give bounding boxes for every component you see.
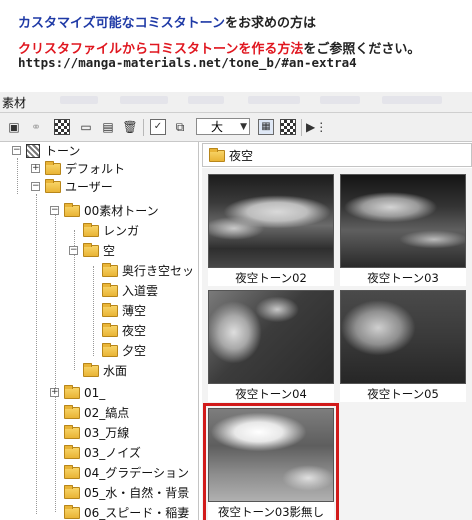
thumbnail-caption: 夜空トーン05	[367, 387, 439, 401]
tree-item-label: 夜空	[122, 322, 147, 340]
toolbar-separator	[143, 119, 144, 136]
large-thumbnail-view-icon[interactable]: ▦	[258, 119, 274, 135]
header-url[interactable]: https://manga-materials.net/tone_b/#an-e…	[18, 55, 357, 70]
header-line-1-highlight: カスタマイズ可能なコミスタトーン	[18, 16, 225, 31]
open-folder-icon[interactable]: ▤	[100, 119, 116, 135]
thumbnail-item-highlighted[interactable]: 夜空トーン03影無し	[203, 403, 339, 520]
folder-icon	[102, 323, 118, 337]
collapse-toggle[interactable]: −	[50, 206, 59, 215]
folder-icon	[83, 243, 99, 257]
thumbnail-caption: 夜空トーン04	[235, 387, 307, 401]
folder-icon	[102, 343, 118, 357]
folder-icon	[45, 179, 61, 193]
chevron-down-icon: ▼	[240, 122, 247, 132]
collapse-toggle[interactable]: −	[69, 246, 78, 255]
toolbar-separator	[301, 119, 302, 136]
folder-icon	[64, 465, 80, 479]
collapse-toggle[interactable]: −	[31, 182, 40, 191]
thumbnail-caption: 夜空トーン03	[367, 271, 439, 285]
tree-guide-line	[93, 266, 94, 356]
tree-item-label: 02_縞点	[84, 406, 130, 420]
folder-icon	[102, 263, 118, 277]
tree-item-label: 空	[103, 244, 116, 258]
folder-tree: − トーン + デフォルト − ユーザー − 00素材トーン レンガ − 空 奥…	[0, 142, 199, 520]
menu-placeholder	[60, 96, 98, 104]
folder-icon	[83, 363, 99, 377]
tone-thumbnail-image	[340, 290, 466, 384]
menu-placeholder	[120, 96, 168, 104]
menu-placeholder	[320, 96, 360, 104]
folder-icon	[102, 283, 118, 297]
material-toolbar: ▣ ⚭ ▭ ▤ 🗑 ✓ ⧉ 大 ▼ ▦ ▶⋮	[0, 113, 472, 142]
thumbnail-item[interactable]: 夜空トーン04	[208, 290, 334, 402]
folder-icon	[64, 425, 80, 439]
link-icon[interactable]: ⚭	[28, 119, 44, 135]
tree-guide-line	[17, 158, 18, 194]
tree-item-label: 夕空	[122, 344, 147, 358]
tree-item-label: 水面	[103, 364, 128, 378]
folder-icon	[64, 405, 80, 419]
tree-item-label: 奥行き空セッ	[122, 264, 195, 278]
tree-item-label: 06_スピード・稲妻	[84, 506, 190, 520]
tone-thumbnail-image	[208, 408, 334, 502]
folder-icon	[64, 203, 80, 217]
tone-thumbnail-image	[208, 290, 334, 384]
trash-icon[interactable]: 🗑	[122, 119, 138, 135]
tone-pattern-icon[interactable]	[54, 119, 70, 135]
instruction-header: カスタマイズ可能なコミスタトーンをお求めの方は クリスタファイルからコミスタトー…	[0, 0, 472, 88]
thumbnail-caption: 夜空トーン03影無し	[217, 505, 325, 519]
thumbnail-item[interactable]: 夜空トーン03	[340, 174, 466, 286]
header-line-1: カスタマイズ可能なコミスタトーンをお求めの方は	[18, 12, 316, 31]
window-title: 素材	[2, 96, 27, 110]
header-line-1-rest: をお求めの方は	[224, 16, 316, 31]
tree-item-label: 入道雲	[122, 284, 159, 298]
menu-placeholder	[382, 96, 442, 104]
thumbnail-size-select[interactable]: 大 ▼	[196, 118, 250, 135]
thumbnail-item[interactable]: 夜空トーン05	[340, 290, 466, 402]
expand-toggle[interactable]: +	[31, 164, 40, 173]
window-icon[interactable]: ⧉	[172, 119, 188, 135]
folder-icon	[102, 303, 118, 317]
tree-item-label: 03_万線	[84, 426, 130, 440]
tree-item-label: 05_水・自然・背景	[84, 486, 190, 500]
tree-item-label: トーン	[45, 144, 81, 158]
tree-item-label: 03_ノイズ	[84, 446, 141, 460]
collapse-toggle[interactable]: −	[12, 146, 21, 155]
menu-placeholder	[248, 96, 300, 104]
tree-guide-line	[36, 194, 37, 514]
folder-icon	[64, 505, 80, 519]
material-icon[interactable]: ▣	[6, 119, 22, 135]
tree-item-label: 04_グラデーション	[84, 466, 190, 480]
properties-icon[interactable]: ✓	[150, 119, 166, 135]
tone-thumbnail-image	[208, 174, 334, 268]
folder-icon	[83, 223, 99, 237]
current-folder-bar: 夜空	[202, 143, 472, 167]
current-folder-label: 夜空	[229, 149, 254, 163]
thumbnail-grid: 夜空トーン02 夜空トーン03 夜空トーン04 夜空トーン05 夜空トーン03影…	[202, 168, 472, 520]
thumbnail-caption: 夜空トーン02	[235, 271, 307, 285]
thumbnail-item[interactable]: 夜空トーン02	[208, 174, 334, 286]
list-view-icon[interactable]: ▶⋮	[306, 119, 327, 135]
tree-item-label: ユーザー	[65, 180, 113, 194]
new-folder-icon[interactable]: ▭	[78, 119, 94, 135]
tree-item-label: 00素材トーン	[84, 204, 159, 218]
folder-icon	[45, 161, 61, 175]
small-thumbnail-view-icon[interactable]	[280, 119, 296, 135]
tone-root-icon	[26, 144, 40, 158]
tree-guide-line	[55, 212, 56, 512]
expand-toggle[interactable]: +	[50, 388, 59, 397]
tone-thumbnail-image	[340, 174, 466, 268]
thumbnail-size-value: 大	[211, 120, 224, 134]
folder-icon	[209, 148, 225, 162]
folder-icon	[64, 445, 80, 459]
tree-item-label: デフォルト	[65, 162, 126, 176]
window-titlebar: 素材	[0, 92, 472, 113]
folder-icon	[64, 485, 80, 499]
tree-item-label: 薄空	[122, 304, 147, 318]
folder-icon	[64, 385, 80, 399]
tree-item-label: レンガ	[103, 224, 140, 238]
menu-placeholder	[188, 96, 224, 104]
tree-item-label: 01_	[84, 386, 106, 400]
